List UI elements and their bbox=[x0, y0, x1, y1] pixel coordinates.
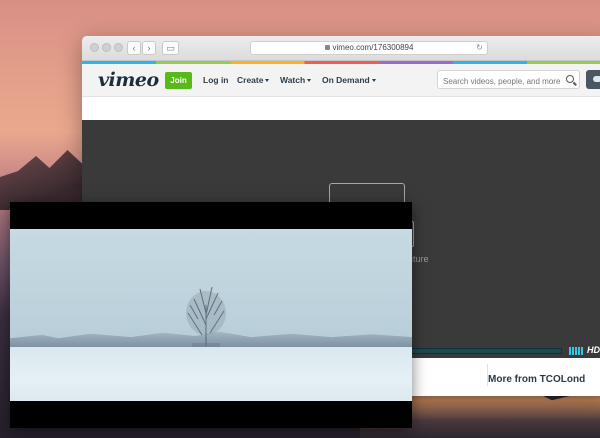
minimize-window-button[interactable] bbox=[102, 43, 111, 52]
chevron-down-icon bbox=[307, 79, 312, 82]
chevron-down-icon bbox=[265, 79, 270, 82]
close-window-button[interactable] bbox=[90, 43, 99, 52]
zoom-window-button[interactable] bbox=[114, 43, 123, 52]
video-snow-field bbox=[10, 347, 412, 401]
progress-bar[interactable] bbox=[392, 348, 562, 354]
join-button[interactable]: Join bbox=[165, 72, 192, 89]
back-button[interactable]: ‹ bbox=[127, 41, 141, 55]
vimeo-logo[interactable]: vimeo bbox=[98, 69, 159, 91]
chevron-right-icon: › bbox=[147, 43, 151, 53]
search-input[interactable] bbox=[438, 73, 563, 90]
create-menu-label: Create bbox=[237, 75, 264, 85]
chevron-left-icon: ‹ bbox=[132, 43, 136, 53]
volume-icon[interactable] bbox=[569, 347, 583, 355]
forward-button[interactable]: › bbox=[142, 41, 156, 55]
pip-video-frame[interactable] bbox=[10, 229, 412, 401]
on-demand-menu-label: On Demand bbox=[322, 75, 370, 85]
cloud-upload-icon bbox=[593, 76, 600, 82]
watch-menu[interactable]: Watch bbox=[280, 75, 312, 85]
more-from-heading: More from TCOLond bbox=[488, 374, 586, 385]
video-tree bbox=[186, 286, 226, 351]
watch-menu-label: Watch bbox=[280, 75, 306, 85]
url-text: vimeo.com/176300894 bbox=[332, 43, 414, 52]
browser-titlebar: ‹ › ▭ vimeo.com/176300894 ↻ bbox=[82, 36, 600, 61]
reload-icon[interactable]: ↻ bbox=[476, 42, 483, 54]
login-link[interactable]: Log in bbox=[203, 75, 229, 85]
sidebar-icon: ▭ bbox=[166, 43, 175, 53]
on-demand-menu[interactable]: On Demand bbox=[322, 75, 376, 85]
chevron-down-icon bbox=[371, 79, 376, 82]
pip-video-window[interactable] bbox=[10, 202, 412, 428]
address-bar[interactable]: vimeo.com/176300894 ↻ bbox=[250, 41, 488, 55]
lock-icon bbox=[324, 45, 330, 50]
hd-badge[interactable]: HD bbox=[587, 345, 600, 355]
sidebar-toggle-button[interactable]: ▭ bbox=[162, 41, 179, 55]
search-icon[interactable] bbox=[566, 75, 574, 83]
vimeo-header: vimeo Join Log in Create Watch On Demand bbox=[82, 64, 600, 97]
search-box[interactable] bbox=[437, 70, 580, 90]
create-menu[interactable]: Create bbox=[237, 75, 270, 85]
upload-button[interactable] bbox=[586, 70, 600, 89]
